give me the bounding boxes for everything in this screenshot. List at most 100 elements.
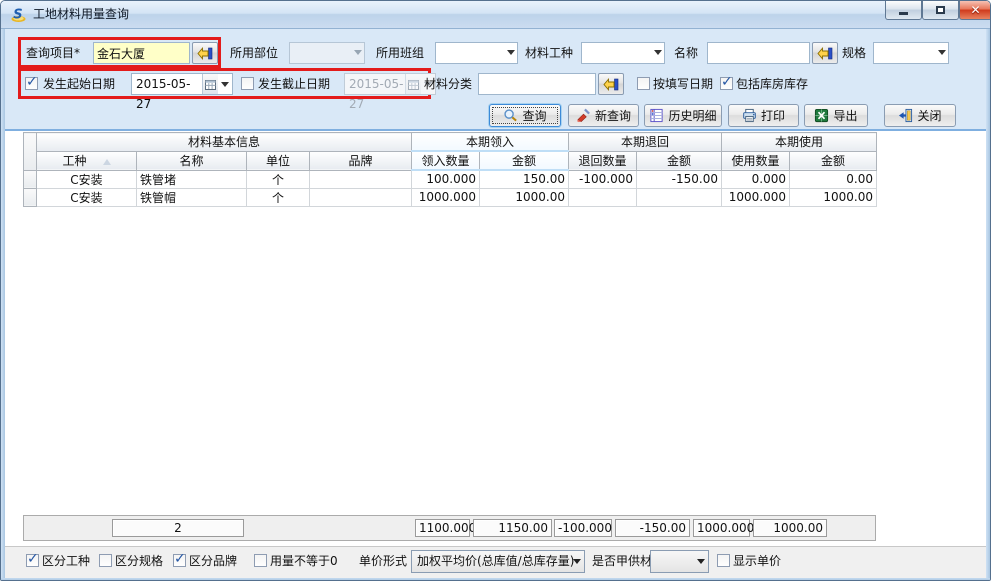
grid-cell[interactable]: 1000.000 xyxy=(412,188,480,206)
spec-select[interactable] xyxy=(873,42,949,64)
row-indicator[interactable] xyxy=(24,188,37,206)
print-button[interactable]: 打印 xyxy=(728,104,799,127)
distinguish-brand-label: 区分品牌 xyxy=(189,550,237,572)
part-select[interactable] xyxy=(289,42,365,64)
summary-returned-amount: -150.00 xyxy=(615,519,690,537)
start-date-picker[interactable]: 2015-05-27 xyxy=(131,73,233,95)
panel-grid-divider xyxy=(1,129,991,131)
summary-used-amount: 1000.00 xyxy=(753,519,827,537)
grid-cell[interactable]: 0.000 xyxy=(722,170,790,188)
grid-cell[interactable] xyxy=(310,170,412,188)
category-input[interactable] xyxy=(478,73,596,95)
grid-cell[interactable]: 1000.000 xyxy=(722,188,790,206)
grid-cell[interactable]: 150.00 xyxy=(480,170,569,188)
query-button[interactable]: 查询 xyxy=(489,104,561,127)
category-lookup-button[interactable] xyxy=(598,73,624,95)
start-date-checkbox[interactable]: ✓ xyxy=(25,77,38,90)
new-query-button-label: 新查询 xyxy=(595,107,631,124)
col-returned-amount[interactable]: 金额 xyxy=(637,151,722,170)
by-fill-date-label: 按填写日期 xyxy=(653,73,713,95)
summary-row-count: 2 xyxy=(112,519,244,537)
project-label: 查询项目* xyxy=(26,42,80,64)
maximize-button[interactable] xyxy=(922,1,959,20)
grid-cell[interactable]: 铁管帽 xyxy=(137,188,247,206)
distinguish-brand-checkbox[interactable]: ✓ xyxy=(173,554,186,567)
col-worktype[interactable]: 工种 xyxy=(37,151,137,170)
usage-nonzero-checkbox[interactable]: ✓ xyxy=(254,554,267,567)
app-window: S 工地材料用量查询 ✕ 查询项目* 所用部位 所用班组 材料工种 名称 规格 … xyxy=(0,0,991,581)
distinguish-spec-checkbox[interactable]: ✓ xyxy=(99,554,112,567)
distinguish-worktype-checkbox[interactable]: ✓ xyxy=(26,554,39,567)
grid-body: C安装铁管堵个100.000150.00-100.000-150.000.000… xyxy=(24,170,877,206)
new-query-button[interactable]: 新查询 xyxy=(568,104,639,127)
summary-received-qty: 1100.000 xyxy=(415,519,470,537)
excel-icon xyxy=(814,108,829,123)
col-received-amount[interactable]: 金额 xyxy=(480,151,569,170)
spec-label: 规格 xyxy=(842,42,866,64)
team-select[interactable] xyxy=(435,42,518,64)
material-type-select[interactable] xyxy=(581,42,665,64)
grid-cell[interactable]: 个 xyxy=(247,170,310,188)
close-button-label: 关闭 xyxy=(917,107,941,124)
grid-cell[interactable] xyxy=(569,188,637,206)
calendar-icon[interactable] xyxy=(202,74,218,94)
grid-cell[interactable]: C安装 xyxy=(37,188,137,206)
category-label: 材料分类 xyxy=(424,73,472,95)
grid-cell[interactable]: 铁管堵 xyxy=(137,170,247,188)
col-brand[interactable]: 品牌 xyxy=(310,151,412,170)
include-warehouse-checkbox[interactable]: ✓ xyxy=(720,77,733,90)
distinguish-worktype-label: 区分工种 xyxy=(42,550,90,572)
window-title: 工地材料用量查询 xyxy=(33,1,129,28)
close-window-button[interactable]: ✕ xyxy=(959,1,991,20)
materials-table: 材料基本信息 本期领入 本期退回 本期使用 工种 名称 单位 品牌 领入数量 金… xyxy=(23,132,877,207)
row-indicator[interactable] xyxy=(24,170,37,188)
col-unit[interactable]: 单位 xyxy=(247,151,310,170)
group-header-row: 材料基本信息 本期领入 本期退回 本期使用 xyxy=(24,133,877,152)
printer-icon xyxy=(742,108,757,123)
group-returned[interactable]: 本期退回 xyxy=(569,133,722,152)
close-button[interactable]: 关闭 xyxy=(884,104,956,127)
grid-cell[interactable]: 个 xyxy=(247,188,310,206)
print-button-label: 打印 xyxy=(761,107,785,124)
grid-cell[interactable] xyxy=(637,188,722,206)
col-used-amount[interactable]: 金额 xyxy=(790,151,877,170)
row-indicator-header xyxy=(24,133,37,171)
start-date-value[interactable]: 2015-05-27 xyxy=(132,74,202,94)
minimize-button[interactable] xyxy=(885,1,922,20)
export-button[interactable]: 导出 xyxy=(804,104,868,127)
name-input[interactable] xyxy=(707,42,810,64)
chevron-down-icon[interactable] xyxy=(218,74,232,94)
show-price-checkbox[interactable]: ✓ xyxy=(717,554,730,567)
grid-cell[interactable]: 1000.00 xyxy=(480,188,569,206)
group-basic-info[interactable]: 材料基本信息 xyxy=(37,133,412,152)
col-returned-qty[interactable]: 退回数量 xyxy=(569,151,637,170)
app-logo-icon: S xyxy=(10,6,27,23)
material-type-label: 材料工种 xyxy=(525,42,573,64)
minimize-icon xyxy=(899,12,908,15)
grid-cell[interactable]: 100.000 xyxy=(412,170,480,188)
group-received[interactable]: 本期领入 xyxy=(412,133,569,152)
col-used-qty[interactable]: 使用数量 xyxy=(722,151,790,170)
grid-cell[interactable]: -100.000 xyxy=(569,170,637,188)
summary-received-amount: 1150.00 xyxy=(473,519,552,537)
grid-cell[interactable]: -150.00 xyxy=(637,170,722,188)
end-date-checkbox[interactable]: ✓ xyxy=(241,77,254,90)
grid-cell[interactable]: 1000.00 xyxy=(790,188,877,206)
party-a-select[interactable] xyxy=(650,550,709,573)
history-detail-button[interactable]: 历史明细 xyxy=(644,104,722,127)
name-lookup-button[interactable] xyxy=(812,42,838,64)
project-input[interactable] xyxy=(93,42,190,64)
col-name[interactable]: 名称 xyxy=(137,151,247,170)
by-fill-date-checkbox[interactable]: ✓ xyxy=(637,77,650,90)
include-warehouse-label: 包括库房库存 xyxy=(736,73,808,95)
price-form-select[interactable]: 加权平均价(总库值/总库存量) xyxy=(411,550,585,573)
project-lookup-button[interactable] xyxy=(192,42,218,64)
summary-band: 2 1100.000 1150.00 -100.000 -150.00 1000… xyxy=(23,515,876,541)
grid-cell[interactable] xyxy=(310,188,412,206)
group-used[interactable]: 本期使用 xyxy=(722,133,877,152)
table-row[interactable]: C安装铁管堵个100.000150.00-100.000-150.000.000… xyxy=(24,170,877,188)
col-received-qty[interactable]: 领入数量 xyxy=(412,151,480,170)
table-row[interactable]: C安装铁管帽个1000.0001000.001000.0001000.00 xyxy=(24,188,877,206)
grid-cell[interactable]: C安装 xyxy=(37,170,137,188)
grid-cell[interactable]: 0.00 xyxy=(790,170,877,188)
